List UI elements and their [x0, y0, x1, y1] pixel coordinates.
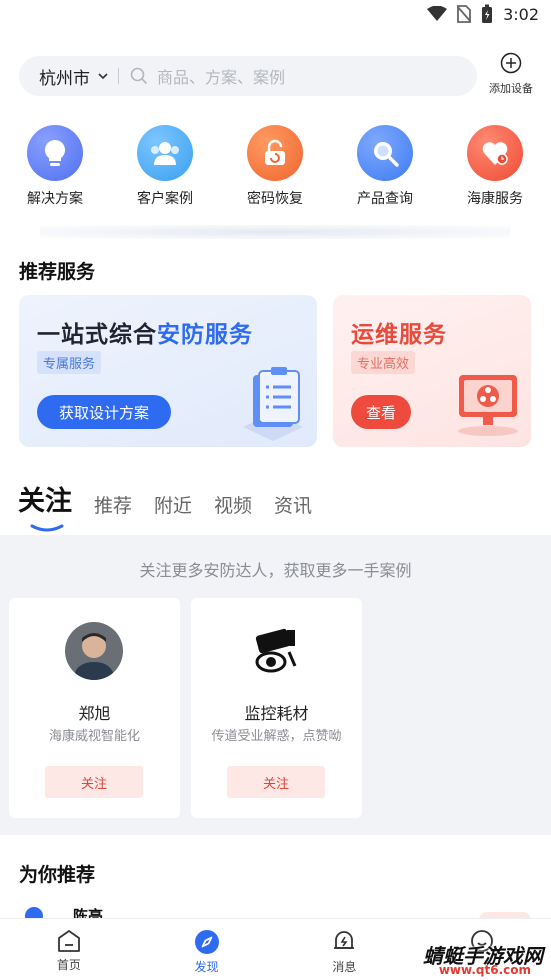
get-design-plan-button[interactable]: 获取设计方案 [37, 395, 171, 429]
compass-icon [194, 930, 219, 954]
follow-hint: 关注更多安防达人，获取更多一手案例 [139, 561, 412, 580]
add-device-label: 添加设备 [489, 82, 533, 95]
tab-news[interactable]: 资讯 [274, 491, 312, 524]
magnifier-icon [374, 142, 399, 167]
feed-tabs: 关注 推荐 附近 视频 资讯 [18, 479, 312, 532]
recommended-person-card[interactable]: 监控耗材 传道受业解惑，点赞呦 关注 [191, 598, 362, 818]
shortcut-cases[interactable]: 客户案例 [110, 125, 220, 215]
tab-nearby[interactable]: 附近 [154, 491, 192, 524]
shortcut-label: 解决方案 [27, 191, 83, 207]
follow-feed: 关注更多安防达人，获取更多一手案例 郑旭 海康威视智能化 关注 监控耗材 传道受… [0, 535, 551, 835]
tab-active-indicator [30, 524, 64, 532]
tab-recommend[interactable]: 推荐 [94, 491, 132, 524]
tab-follow-label: 关注 [18, 486, 72, 517]
for-you-title: 为你推荐 [19, 864, 96, 886]
person-desc: 海康威视智能化 [48, 729, 140, 744]
status-bar: 3:02 [0, 0, 551, 30]
person-desc: 传道受业解惑，点赞呦 [211, 729, 342, 744]
shortcut-label: 产品查询 [357, 191, 413, 207]
monitor-network-icon [458, 375, 518, 436]
security-card-tag: 专属服务 [37, 351, 102, 374]
heart-clock-icon [482, 142, 508, 165]
city-selector[interactable]: 杭州市 [39, 64, 90, 89]
shortcut-hik-service[interactable]: 海康服务 [440, 125, 550, 215]
watermark-url: www.qt6.com [438, 963, 531, 977]
unlock-icon [265, 139, 285, 165]
nav-label: 发现 [194, 960, 219, 974]
shortcut-label: 密码恢复 [247, 191, 303, 207]
users-icon [151, 142, 179, 165]
tab-follow[interactable]: 关注 [18, 479, 72, 532]
bulb-icon [45, 140, 65, 166]
wifi-icon [427, 6, 448, 21]
security-service-card[interactable]: 一站式综合安防服务 专属服务 获取设计方案 [19, 295, 317, 447]
no-sim-icon [457, 5, 472, 23]
shortcut-product-search[interactable]: 产品查询 [330, 125, 440, 215]
person-name: 监控耗材 [244, 704, 309, 723]
maintenance-card-title: 运维服务 [351, 322, 447, 348]
recommended-person-card[interactable]: 郑旭 海康威视智能化 关注 [9, 598, 180, 818]
nav-discover[interactable]: 发现 [138, 919, 276, 980]
shortcut-solutions[interactable]: 解决方案 [0, 125, 110, 215]
nav-label: 首页 [56, 958, 81, 972]
nav-label: 消息 [332, 960, 357, 974]
follow-button[interactable]: 关注 [227, 766, 325, 798]
search-icon [130, 67, 148, 85]
shortcut-grid: 解决方案 客户案例 密码恢复 产品查询 海康服务 [0, 125, 551, 215]
camera-logo-icon [247, 622, 305, 680]
nav-messages[interactable]: 消息 [276, 919, 414, 980]
shortcut-label: 客户案例 [137, 191, 193, 207]
view-button[interactable]: 查看 [351, 395, 411, 429]
header: 杭州市 商品、方案、案例 添加设备 [0, 52, 551, 100]
shortcut-label: 海康服务 [467, 191, 523, 207]
search-divider [118, 68, 119, 84]
security-card-title: 一站式综合安防服务 [37, 315, 253, 349]
status-icons: 3:02 [427, 4, 539, 24]
search-input[interactable]: 商品、方案、案例 [157, 64, 285, 88]
document-list-icon [243, 367, 303, 441]
follow-button[interactable]: 关注 [45, 766, 143, 798]
home-icon [57, 930, 80, 952]
person-name: 郑旭 [78, 704, 111, 723]
tab-video[interactable]: 视频 [214, 491, 252, 524]
avatar [65, 622, 123, 680]
plus-circle-icon [500, 52, 522, 74]
recommended-title: 推荐服务 [19, 261, 96, 283]
status-time: 3:02 [503, 4, 539, 24]
maintenance-service-card[interactable]: 运维服务 专业高效 查看 [333, 295, 531, 447]
security-card-title-part1: 一站式综合 [37, 322, 157, 348]
nav-home[interactable]: 首页 [0, 919, 138, 980]
section-shadow [40, 225, 510, 239]
add-device-button[interactable]: 添加设备 [483, 52, 539, 96]
bell-icon [334, 931, 355, 949]
shortcut-password-recovery[interactable]: 密码恢复 [220, 125, 330, 215]
maintenance-card-tag: 专业高效 [351, 351, 416, 374]
chevron-down-icon[interactable] [98, 70, 108, 83]
search-bar[interactable]: 杭州市 商品、方案、案例 [19, 56, 477, 96]
security-card-title-part2: 安防服务 [157, 322, 253, 348]
battery-icon [482, 4, 493, 23]
